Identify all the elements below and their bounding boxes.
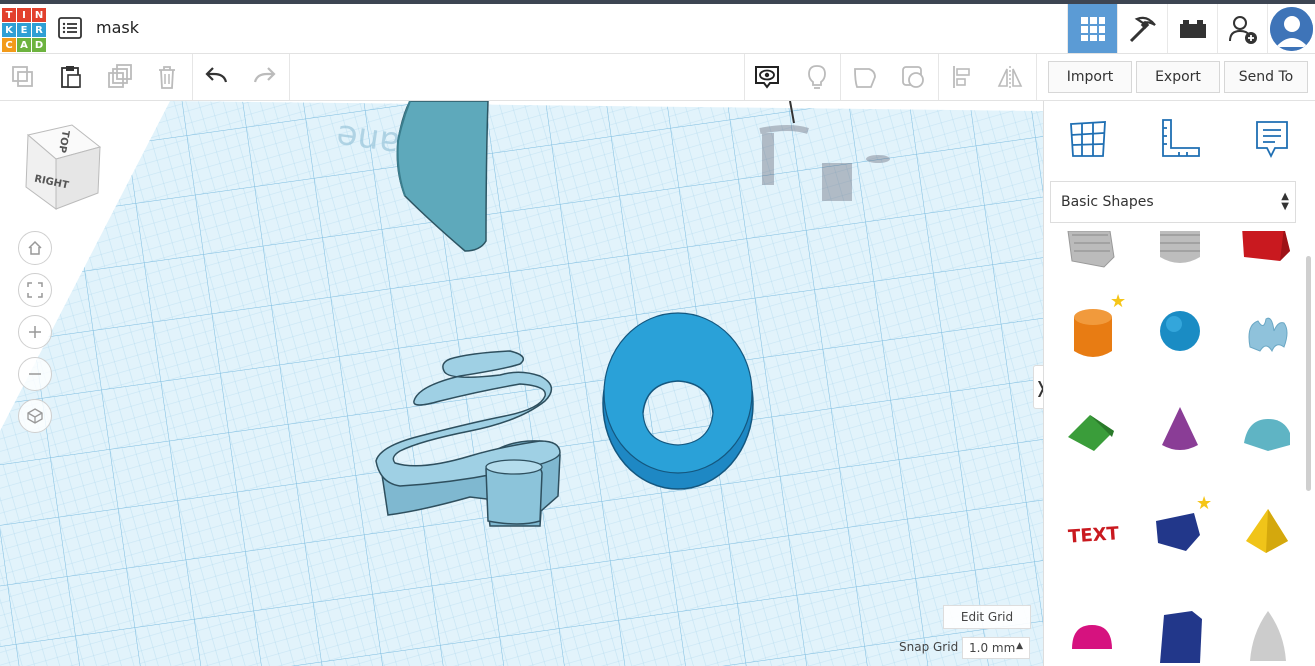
snap-grid-select[interactable]: 1.0 mm ▲ xyxy=(962,637,1030,659)
notes-tool-icon[interactable] xyxy=(1248,115,1296,163)
fit-icon xyxy=(27,282,43,298)
box-hole-shape[interactable] xyxy=(1062,231,1122,281)
workplane-scene: plane xyxy=(0,101,1043,666)
snap-grid-label: Snap Grid xyxy=(899,640,959,654)
delete-icon[interactable] xyxy=(152,62,182,92)
toolbar-divider xyxy=(938,54,939,100)
zoom-out-button[interactable] xyxy=(18,357,52,391)
logo-letter: E xyxy=(17,23,31,37)
lightbulb-icon[interactable] xyxy=(802,62,832,92)
zoom-in-button[interactable] xyxy=(18,315,52,349)
shapes-grid: ★ TEXT ★ xyxy=(1044,231,1306,666)
mirror-icon[interactable] xyxy=(995,62,1025,92)
round-roof-shape[interactable] xyxy=(1238,401,1298,461)
undo-icon[interactable] xyxy=(202,62,232,92)
home-icon xyxy=(28,240,42,255)
toolbar-divider xyxy=(289,54,290,100)
text-shape[interactable]: TEXT xyxy=(1062,503,1122,563)
align-icon[interactable] xyxy=(948,62,978,92)
top-right-controls xyxy=(1067,4,1315,53)
cube-icon xyxy=(27,408,43,424)
duplicate-icon[interactable] xyxy=(104,62,134,92)
pickaxe-icon[interactable] xyxy=(1117,4,1167,53)
shape-category-value: Basic Shapes xyxy=(1061,194,1154,210)
avatar[interactable] xyxy=(1267,4,1315,53)
half-sphere-shape[interactable] xyxy=(1062,603,1122,663)
design-list-icon[interactable] xyxy=(58,17,82,39)
select-arrows-icon: ▲ ▼ xyxy=(1281,191,1289,212)
logo-letter: K xyxy=(2,23,16,37)
hole-shape-icon[interactable] xyxy=(898,62,928,92)
snap-grid-value: 1.0 mm xyxy=(969,641,1016,655)
fit-view-button[interactable] xyxy=(18,273,52,307)
bricks-icon[interactable] xyxy=(1167,4,1217,53)
shape-category-select[interactable]: Basic Shapes ▲ ▼ xyxy=(1050,181,1296,223)
home-view-button[interactable] xyxy=(18,231,52,265)
toolbar-divider xyxy=(1036,54,1037,100)
pyramid-shape[interactable] xyxy=(1238,503,1298,563)
send-to-button[interactable]: Send To xyxy=(1224,61,1308,93)
ruler-tool-icon[interactable] xyxy=(1156,115,1204,163)
logo-letter: A xyxy=(17,38,31,52)
design-title[interactable]: mask xyxy=(96,18,139,37)
caret-up-icon: ▲ xyxy=(1016,641,1023,651)
toolbar-divider xyxy=(192,54,193,100)
export-button[interactable]: Export xyxy=(1136,61,1220,93)
avatar-image xyxy=(1270,6,1313,51)
notes-visibility-icon[interactable] xyxy=(752,62,782,92)
logo-letter: N xyxy=(32,8,46,22)
favorite-star-icon: ★ xyxy=(1196,493,1213,514)
toolbar-divider xyxy=(744,54,745,100)
sphere-shape[interactable] xyxy=(1150,301,1210,361)
workplane-tool-icon[interactable] xyxy=(1064,115,1112,163)
grid-view-icon[interactable] xyxy=(1067,4,1117,53)
shapes-panel: Basic Shapes ▲ ▼ ★ TEXT ★ xyxy=(1043,101,1315,666)
perspective-button[interactable] xyxy=(18,399,52,433)
scribble-shape-thumb[interactable] xyxy=(1238,301,1298,361)
edit-toolbar: Import Export Send To xyxy=(0,54,1315,101)
paraboloid-shape[interactable] xyxy=(1238,603,1298,663)
logo-letter: R xyxy=(32,23,46,37)
toolbar-divider xyxy=(840,54,841,100)
add-user-icon[interactable] xyxy=(1217,4,1267,53)
paste-icon[interactable] xyxy=(56,62,86,92)
view-cube[interactable]: TOP RIGHT xyxy=(22,121,102,211)
box-shape[interactable] xyxy=(1238,231,1298,281)
redo-icon[interactable] xyxy=(249,62,279,92)
solid-shape-icon[interactable] xyxy=(850,62,880,92)
logo-letter: I xyxy=(17,8,31,22)
favorite-star-icon: ★ xyxy=(1110,291,1127,312)
copy-icon[interactable] xyxy=(8,62,38,92)
svg-text:TEXT: TEXT xyxy=(1068,523,1121,548)
polygon-shape[interactable] xyxy=(1150,603,1210,663)
minus-icon xyxy=(29,373,41,375)
cylinder-hole-shape[interactable] xyxy=(1150,231,1210,281)
logo-letter: T xyxy=(2,8,16,22)
plus-icon xyxy=(29,326,41,338)
edit-grid-button[interactable]: Edit Grid xyxy=(943,605,1031,629)
3d-viewport[interactable]: plane TOP RIGHT xyxy=(0,101,1043,666)
logo-letter: D xyxy=(32,38,46,52)
roof-shape[interactable] xyxy=(1062,401,1122,461)
top-bar: T I N K E R C A D mask xyxy=(0,4,1315,54)
logo-letter: C xyxy=(2,38,16,52)
panel-scrollbar[interactable] xyxy=(1306,256,1311,491)
import-button[interactable]: Import xyxy=(1048,61,1132,93)
tinkercad-logo[interactable]: T I N K E R C A D xyxy=(2,8,46,52)
torus-shape[interactable] xyxy=(602,312,754,490)
cone-shape[interactable] xyxy=(1150,401,1210,461)
